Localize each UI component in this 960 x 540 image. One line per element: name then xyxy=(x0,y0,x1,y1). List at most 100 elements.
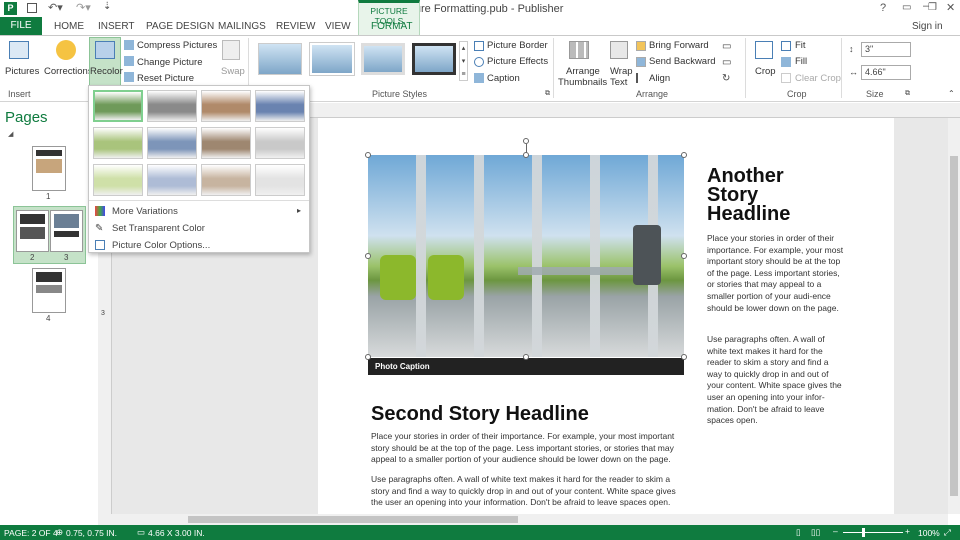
ungroup-icon[interactable]: ▭ xyxy=(722,57,731,68)
tab-format[interactable]: FORMAT xyxy=(371,21,412,32)
ribbon-display-icon[interactable]: ▭ xyxy=(902,2,911,13)
recolor-swatch[interactable] xyxy=(147,127,197,159)
page-thumbnail-3[interactable] xyxy=(50,210,83,252)
resize-handle[interactable] xyxy=(365,152,371,158)
tab-file[interactable]: FILE xyxy=(0,17,42,35)
picture-style-4[interactable] xyxy=(412,43,456,75)
zoom-in-icon[interactable]: + xyxy=(905,526,910,536)
recolor-swatch[interactable] xyxy=(147,90,197,122)
page-thumbnail-2[interactable] xyxy=(16,210,49,252)
divider xyxy=(553,38,554,98)
second-story-paragraph-2[interactable]: Use paragraphs often. A wall of white te… xyxy=(371,474,689,509)
width-input[interactable]: 4.66" xyxy=(861,65,911,80)
tab-home[interactable]: HOME xyxy=(54,21,84,32)
recolor-swatch[interactable] xyxy=(147,164,197,196)
sign-in-link[interactable]: Sign in xyxy=(912,21,943,32)
height-input[interactable]: 3" xyxy=(861,42,911,57)
zoom-out-icon[interactable]: – xyxy=(833,526,838,536)
tab-mailings[interactable]: MAILINGS xyxy=(218,21,266,32)
compress-pictures-button[interactable]: Compress Pictures xyxy=(137,40,217,51)
page-thumbnail-1[interactable] xyxy=(32,146,66,191)
help-icon[interactable]: ? xyxy=(880,2,886,14)
vertical-scrollbar[interactable] xyxy=(948,118,960,514)
zoom-level[interactable]: 100% xyxy=(918,528,940,538)
page-thumbnail-4[interactable] xyxy=(32,268,66,313)
change-picture-button[interactable]: Change Picture xyxy=(137,57,202,68)
picture-color-options-item[interactable]: Picture Color Options... xyxy=(112,240,210,251)
recolor-swatch[interactable] xyxy=(255,127,305,159)
fit-button[interactable]: Fit xyxy=(795,40,806,51)
send-backward-button[interactable]: Send Backward xyxy=(649,56,716,67)
set-transparent-color-item[interactable]: Set Transparent Color xyxy=(112,223,205,234)
tab-review[interactable]: REVIEW xyxy=(276,21,315,32)
recolor-swatch[interactable] xyxy=(201,127,251,159)
clear-crop-button[interactable]: Clear Crop xyxy=(795,73,841,84)
restore-icon[interactable]: ❐ xyxy=(928,2,937,13)
pictures-button[interactable]: Pictures xyxy=(5,66,39,77)
size-icon: ▭ xyxy=(137,527,146,537)
fill-button[interactable]: Fill xyxy=(795,56,807,67)
align-button[interactable]: Align xyxy=(649,73,670,84)
resize-handle[interactable] xyxy=(523,354,529,360)
picture-border-button[interactable]: Picture Border xyxy=(487,40,548,51)
size-launcher-icon[interactable]: ⧉ xyxy=(905,90,910,98)
group-icon[interactable]: ▭ xyxy=(722,41,731,52)
tab-view[interactable]: VIEW xyxy=(325,21,351,32)
collapse-ribbon-icon[interactable]: ⌃ xyxy=(948,89,955,98)
page-indicator[interactable]: PAGE: 2 OF 4 xyxy=(4,528,58,538)
resize-handle[interactable] xyxy=(365,354,371,360)
recolor-swatch[interactable] xyxy=(201,164,251,196)
close-icon[interactable]: ✕ xyxy=(946,1,955,14)
pages-pane-title: Pages xyxy=(5,109,48,126)
recolor-swatch[interactable] xyxy=(93,90,143,122)
office-photo[interactable] xyxy=(368,155,684,357)
zoom-slider[interactable] xyxy=(843,532,903,533)
picture-style-1[interactable] xyxy=(258,43,302,75)
recolor-swatch[interactable] xyxy=(255,164,305,196)
more-variations-item[interactable]: More Variations xyxy=(112,206,178,217)
resize-handle[interactable] xyxy=(681,152,687,158)
vertical-scroll-thumb[interactable] xyxy=(950,156,958,496)
tab-page-design[interactable]: PAGE DESIGN xyxy=(146,21,214,32)
recolor-icon xyxy=(95,41,115,59)
single-page-view-icon[interactable]: ▯ xyxy=(796,527,801,538)
recolor-swatch[interactable] xyxy=(201,90,251,122)
recolor-swatch[interactable] xyxy=(93,164,143,196)
recolor-swatch[interactable] xyxy=(93,127,143,159)
zoom-slider-thumb[interactable] xyxy=(862,528,865,537)
rotate-icon[interactable]: ↻ xyxy=(722,73,730,84)
picture-style-3[interactable] xyxy=(361,43,405,75)
swap-button[interactable]: Swap xyxy=(221,66,245,77)
story-paragraph-1[interactable]: Place your stories in order of their imp… xyxy=(707,233,844,314)
arrange-label-1: Arrange xyxy=(566,66,600,77)
bring-forward-button[interactable]: Bring Forward xyxy=(649,40,709,51)
horizontal-scroll-thumb[interactable] xyxy=(188,516,518,523)
second-story-paragraph-1[interactable]: Place your stories in order of their imp… xyxy=(371,431,689,466)
status-bar: PAGE: 2 OF 4 ⊕ 0.75, 0.75 IN. ▭ 4.66 X 3… xyxy=(0,525,960,540)
caption-button[interactable]: Caption xyxy=(487,73,520,84)
pane-collapse-icon[interactable]: ◢ xyxy=(8,130,13,138)
recolor-swatch[interactable] xyxy=(255,90,305,122)
title-bar: P ↶▾ ↷▾ ⇣ Picture Formatting.pub - Publi… xyxy=(0,0,960,17)
story-paragraph-2[interactable]: Use paragraphs often. A wall of white te… xyxy=(707,334,844,427)
crop-button[interactable]: Crop xyxy=(755,66,776,77)
wrap-text-button[interactable]: Text xyxy=(610,77,627,88)
second-story-headline[interactable]: Second Story Headline xyxy=(371,403,691,426)
photo-caption[interactable]: Photo Caption xyxy=(368,358,684,375)
resize-handle[interactable] xyxy=(365,253,371,259)
tab-insert[interactable]: INSERT xyxy=(98,21,135,32)
resize-handle[interactable] xyxy=(681,253,687,259)
styles-scroll[interactable]: ▴ ▾ ≡ xyxy=(459,41,468,81)
arrange-thumbnails-button[interactable]: Thumbnails xyxy=(558,77,607,88)
resize-handle[interactable] xyxy=(681,354,687,360)
story-headline[interactable]: Another Story Headline xyxy=(707,166,817,224)
position-readout: 0.75, 0.75 IN. xyxy=(66,528,118,538)
picture-styles-launcher-icon[interactable]: ⧉ xyxy=(545,90,550,98)
fit-page-icon[interactable]: ⤢ xyxy=(944,527,951,538)
picture-effects-button[interactable]: Picture Effects xyxy=(487,56,548,67)
reset-picture-button[interactable]: Reset Picture xyxy=(137,73,194,84)
horizontal-scrollbar[interactable] xyxy=(98,514,948,525)
picture-style-2[interactable] xyxy=(309,42,355,76)
two-page-view-icon[interactable]: ▯▯ xyxy=(811,527,820,538)
corrections-button[interactable]: Corrections xyxy=(44,66,93,77)
